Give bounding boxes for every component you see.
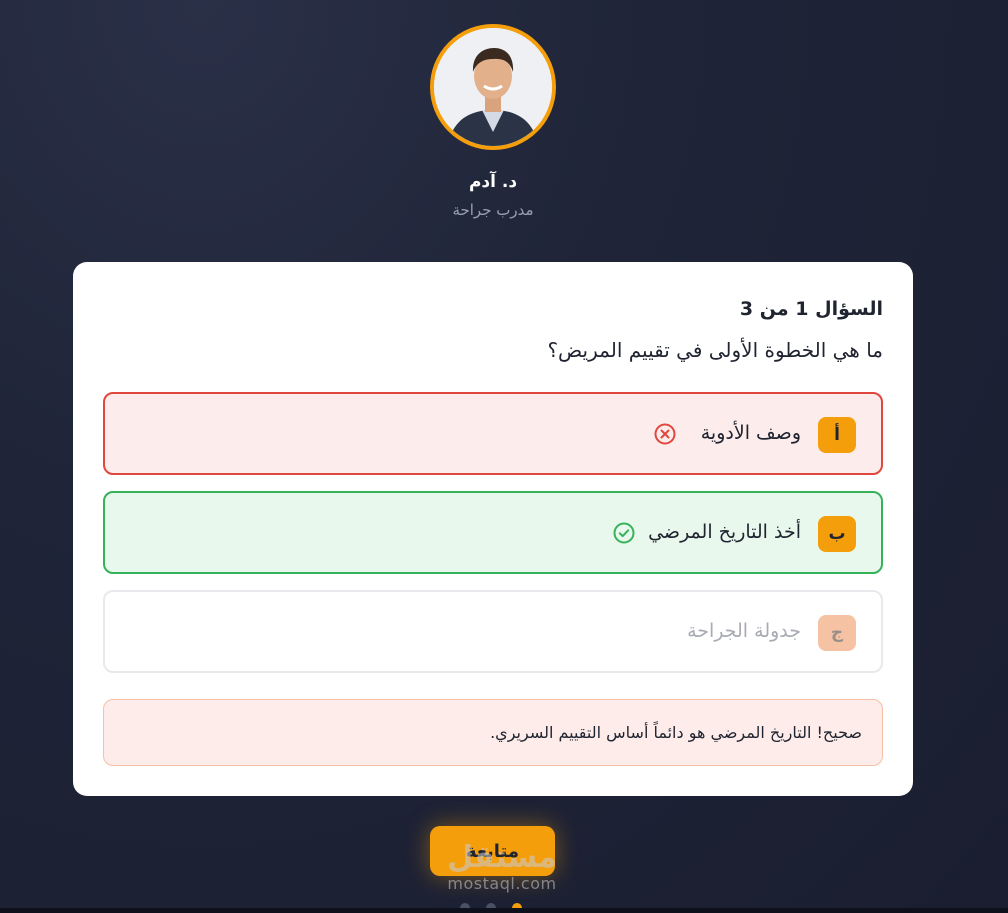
option-label: جدولة الجراحة — [687, 620, 801, 642]
feedback-text: صحيح! التاريخ المرضي هو دائماً أساس التق… — [490, 723, 862, 742]
option-label: أخذ التاريخ المرضي — [648, 521, 801, 543]
question-counter: السؤال 1 من 3 — [739, 298, 883, 320]
continue-button[interactable]: متابعة — [430, 826, 555, 876]
watermark-latin: mostaql.com — [447, 874, 557, 893]
question-text: ما هي الخطوة الأولى في تقييم المريض؟ — [547, 338, 883, 362]
answer-option-a[interactable]: أ وصف الأدوية — [103, 392, 883, 475]
trainer-name: د. آدم — [468, 172, 518, 192]
trainer-role: مدرب جراحة — [452, 201, 534, 219]
option-label: وصف الأدوية — [700, 422, 801, 444]
option-letter: ب — [818, 516, 856, 552]
option-letter: أ — [818, 417, 856, 453]
answer-option-b[interactable]: ب أخذ التاريخ المرضي — [103, 491, 883, 574]
person-photo-icon — [434, 28, 552, 146]
answer-option-c[interactable]: ج جدولة الجراحة — [103, 590, 883, 673]
x-circle-icon — [654, 423, 676, 445]
feedback-box: صحيح! التاريخ المرضي هو دائماً أساس التق… — [103, 699, 883, 766]
check-circle-icon — [613, 522, 635, 544]
trainer-avatar — [430, 24, 556, 150]
bottom-bar — [0, 908, 1008, 913]
option-letter: ج — [818, 615, 856, 651]
quiz-card: السؤال 1 من 3 ما هي الخطوة الأولى في تقي… — [73, 262, 913, 796]
